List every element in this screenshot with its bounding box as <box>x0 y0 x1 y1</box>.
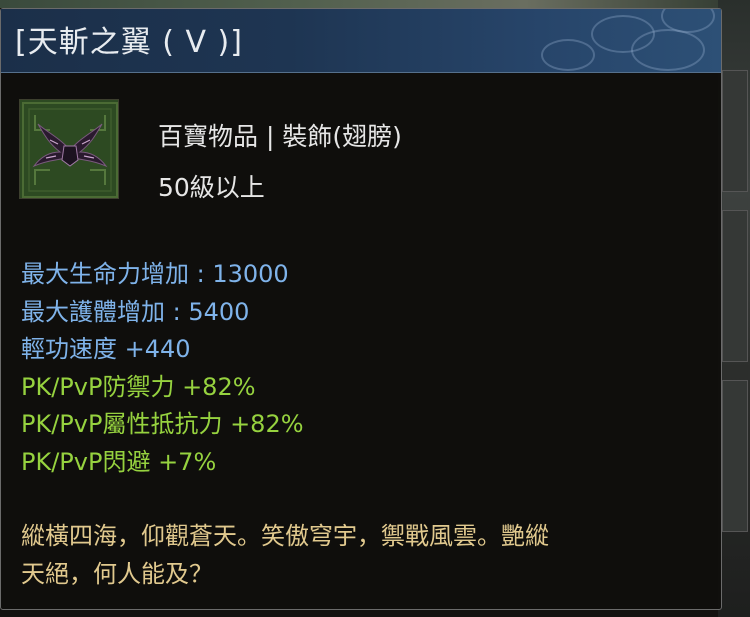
stats-list: 最大生命力增加 : 13000 最大護體增加 : 5400 輕功速度 +440 … <box>21 256 304 481</box>
stat-pvp-defense: PK/PvP防禦力 +82% <box>21 372 256 401</box>
stat-max-shield: 最大護體增加 : 5400 <box>21 297 250 326</box>
level-requirement: 50級以上 <box>158 173 265 202</box>
stat-pvp-resistance: PK/PvP屬性抵抗力 +82% <box>21 410 304 438</box>
game-background-right <box>718 0 750 617</box>
item-tooltip: [天斬之翼 ( V )] 百寶物品 | 裝飾(翅膀) 50級以上 最大生命力增加… <box>0 8 722 610</box>
dark-wings-icon <box>19 99 119 199</box>
item-description: 縱橫四海，仰觀蒼天。笑傲穹宇，禦戰風雲。艷縱 天絕，何人能及？ <box>21 517 711 593</box>
stat-pvp-evasion: PK/PvP閃避 +7% <box>21 447 217 476</box>
tooltip-title-bar: [天斬之翼 ( V )] <box>1 9 721 73</box>
description-line: 縱橫四海，仰觀蒼天。笑傲穹宇，禦戰風雲。艷縱 <box>21 522 549 550</box>
game-background-top <box>0 0 750 8</box>
stat-max-hp: 最大生命力增加 : 13000 <box>21 260 289 288</box>
description-line: 天絕，何人能及？ <box>21 560 213 588</box>
stat-qinggong-speed: 輕功速度 +440 <box>21 335 191 363</box>
item-type-label: 百寶物品 | 裝飾(翅膀) <box>158 122 402 151</box>
item-title: [天斬之翼 ( V )] <box>15 25 243 60</box>
